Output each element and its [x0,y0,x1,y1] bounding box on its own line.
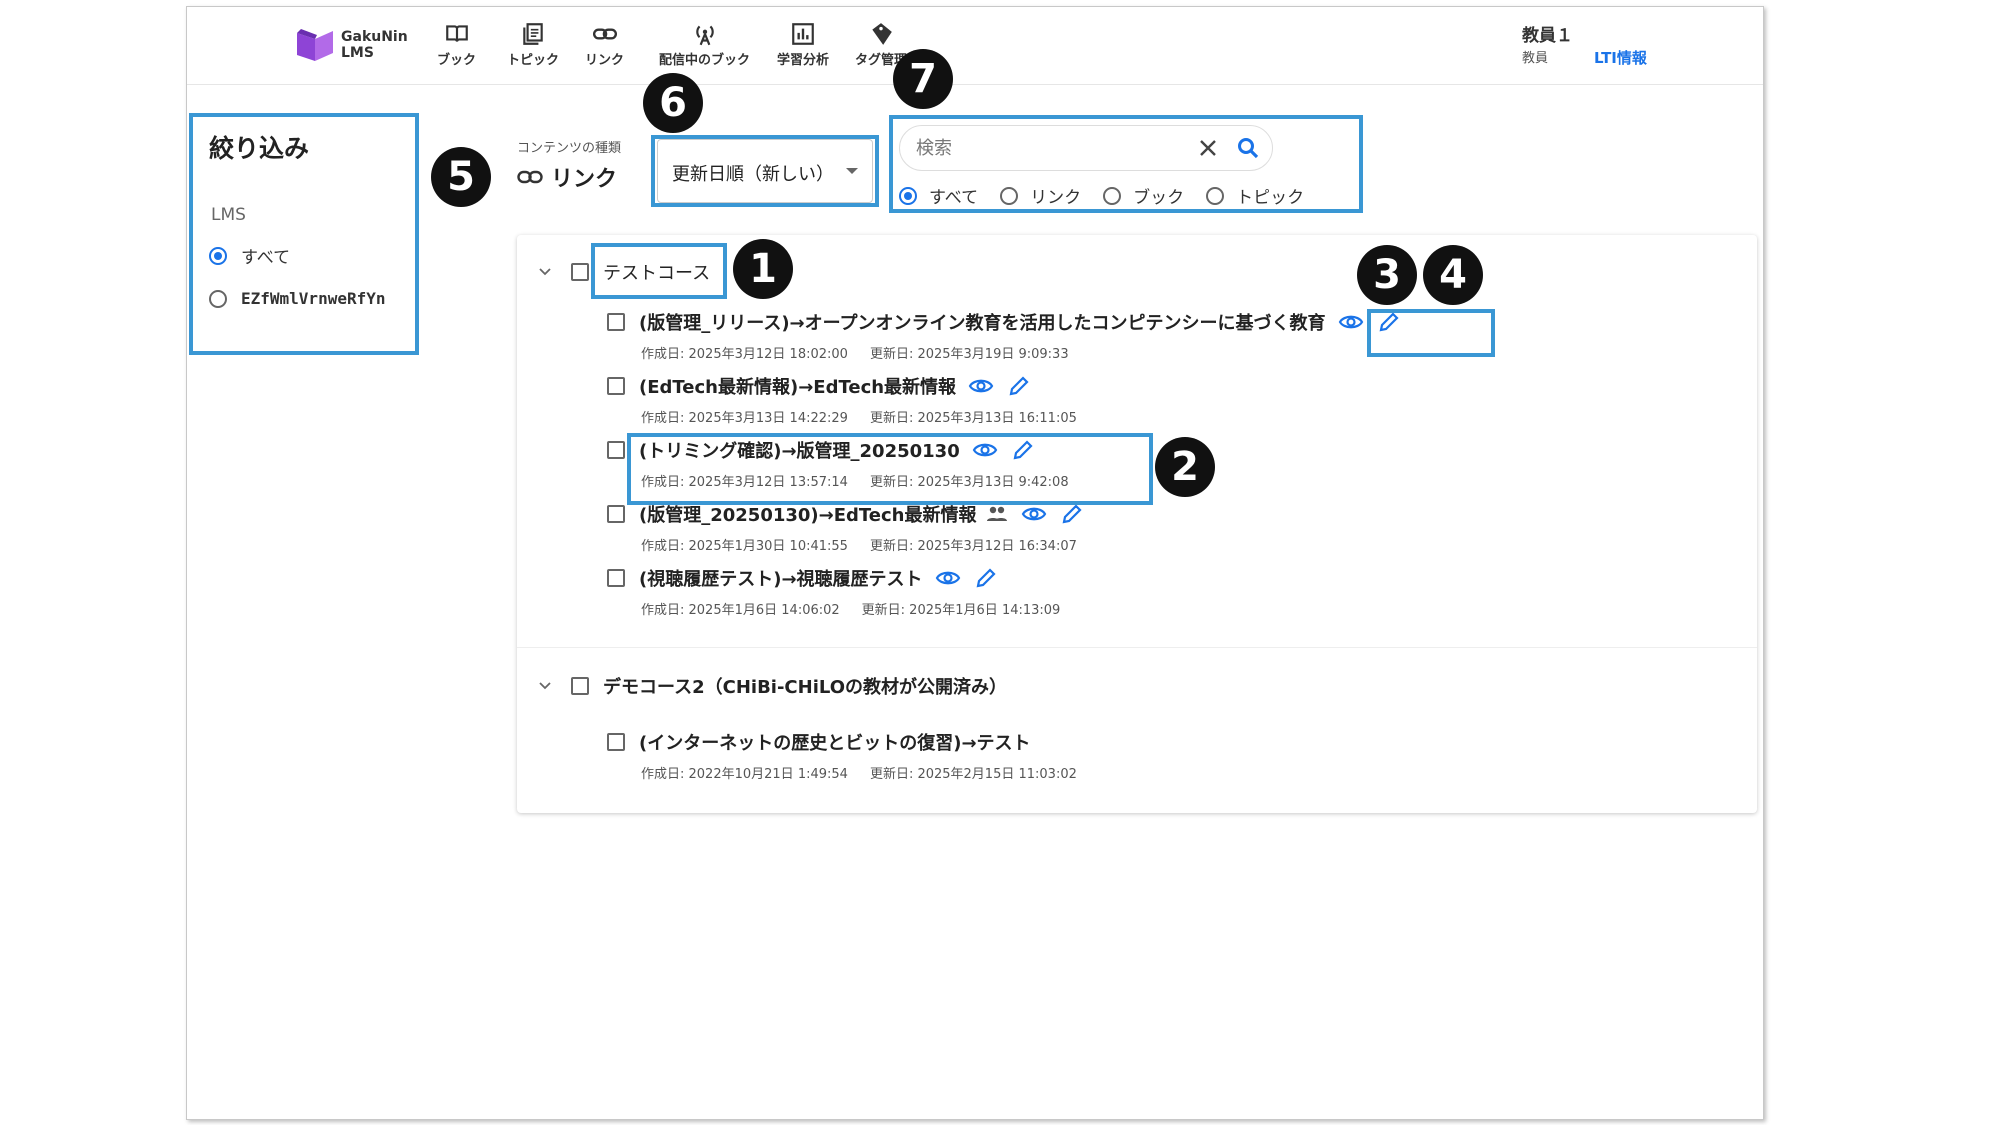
list-item: (版管理_リリース)→オープンオンライン教育を活用したコンピテンシーに基づく教育… [607,309,1402,362]
annotation-badge-7: 7 [893,49,953,109]
user-menu[interactable]: 教員１ 教員 LTI情報 [1522,21,1647,67]
nav-analytics-label: 学習分析 [777,53,830,68]
item-checkbox[interactable] [607,377,625,395]
logo-line2: LMS [341,45,374,61]
updated-date: 更新日: 2025年1月6日 14:13:09 [861,603,1061,618]
list-item: (インターネットの歴史とビットの復習)→テスト 作成日: 2022年10月21日… [607,729,1077,782]
course-checkbox[interactable] [571,677,589,695]
nav-link-label: リンク [585,53,625,68]
nav-book[interactable]: ブック [437,21,476,68]
highlight-box-sort [651,135,879,207]
user-role: 教員 [1522,51,1549,66]
logo-icon [297,29,333,61]
chevron-down-icon[interactable] [537,678,553,694]
chevron-down-icon[interactable] [537,264,553,280]
highlight-box-filter [189,113,419,355]
created-date: 作成日: 2025年1月6日 14:06:02 [641,603,840,618]
topic-icon [523,23,543,45]
list-item: (版管理_20250130)→EdTech最新情報 作成日: 2025年1月30… [607,501,1085,554]
content-type-value: リンク [517,161,617,193]
nav-broadcast-book[interactable]: 配信中のブック [659,21,750,68]
nav-topic[interactable]: トピック [507,21,559,68]
pencil-icon[interactable] [1006,373,1032,399]
nav-analytics[interactable]: 学習分析 [777,21,829,68]
nav-topic-label: トピック [507,53,560,68]
people-icon [986,506,1007,521]
nav-broadcast-label: 配信中のブック [659,53,751,68]
content-type-text: リンク [551,167,618,192]
course-row[interactable]: デモコース2（CHiBi-CHiLOの教材が公開済み） [517,661,1007,711]
item-title[interactable]: (視聴履歴テスト)→視聴履歴テスト [639,565,923,591]
nav-book-label: ブック [437,53,477,68]
item-checkbox[interactable] [607,505,625,523]
course-title: デモコース2（CHiBi-CHiLOの教材が公開済み） [603,677,1008,698]
eye-icon[interactable] [1338,309,1364,335]
created-date: 作成日: 2025年1月30日 10:41:55 [641,539,848,554]
logo-line1: GakuNin [341,29,408,45]
analytics-icon [792,23,814,45]
annotation-badge-5: 5 [431,147,491,207]
lti-info-link[interactable]: LTI情報 [1594,47,1647,68]
annotation-badge-4: 4 [1423,245,1483,305]
created-date: 作成日: 2025年3月12日 18:02:00 [641,347,848,362]
course-list: テストコース (版管理_リリース)→オープンオンライン教育を活用したコンピテンシ… [517,235,1757,813]
updated-date: 更新日: 2025年3月12日 16:34:07 [869,539,1077,554]
book-icon [445,25,468,42]
updated-date: 更新日: 2025年3月19日 9:09:33 [869,347,1069,362]
item-checkbox[interactable] [607,569,625,587]
highlight-box-item [627,433,1153,505]
logo-text: GakuNin LMS [341,29,408,61]
user-name: 教員１ [1522,26,1573,46]
highlight-box-course [591,243,727,299]
course-checkbox[interactable] [571,263,589,281]
app-window: GakuNin LMS ブック トピック リンク 配信中のブック 学習分析 タグ… [186,6,1764,1120]
list-item: (EdTech最新情報)→EdTech最新情報 作成日: 2025年3月13日 … [607,373,1077,426]
link-icon [517,170,543,184]
broadcast-icon [695,25,714,46]
logo[interactable]: GakuNin LMS [295,27,408,63]
item-title[interactable]: (EdTech最新情報)→EdTech最新情報 [639,373,956,399]
content-type-label: コンテンツの種類 [517,141,622,156]
created-date: 作成日: 2025年3月13日 14:22:29 [641,411,848,426]
item-checkbox[interactable] [607,313,625,331]
updated-date: 更新日: 2025年2月15日 11:03:02 [869,767,1077,782]
divider [517,647,1757,648]
tag-icon [872,23,892,45]
annotation-badge-1: 1 [733,239,793,299]
nav-link[interactable]: リンク [585,21,624,68]
link-icon [592,28,617,40]
eye-icon[interactable] [935,565,961,591]
item-checkbox[interactable] [607,733,625,751]
item-title[interactable]: (版管理_リリース)→オープンオンライン教育を活用したコンピテンシーに基づく教育 [639,309,1326,335]
app-header: GakuNin LMS ブック トピック リンク 配信中のブック 学習分析 タグ… [187,7,1763,85]
annotation-badge-6: 6 [643,73,703,133]
annotation-badge-2: 2 [1155,437,1215,497]
pencil-icon[interactable] [973,565,999,591]
highlight-box-search [889,115,1363,213]
item-title[interactable]: (インターネットの歴史とビットの復習)→テスト [639,729,1031,755]
eye-icon[interactable] [968,373,994,399]
updated-date: 更新日: 2025年3月13日 16:11:05 [869,411,1077,426]
highlight-box-actions [1367,309,1495,357]
created-date: 作成日: 2022年10月21日 1:49:54 [641,767,848,782]
item-checkbox[interactable] [607,441,625,459]
annotation-badge-3: 3 [1357,245,1417,305]
list-item: (視聴履歴テスト)→視聴履歴テスト 作成日: 2025年1月6日 14:06:0… [607,565,1060,618]
